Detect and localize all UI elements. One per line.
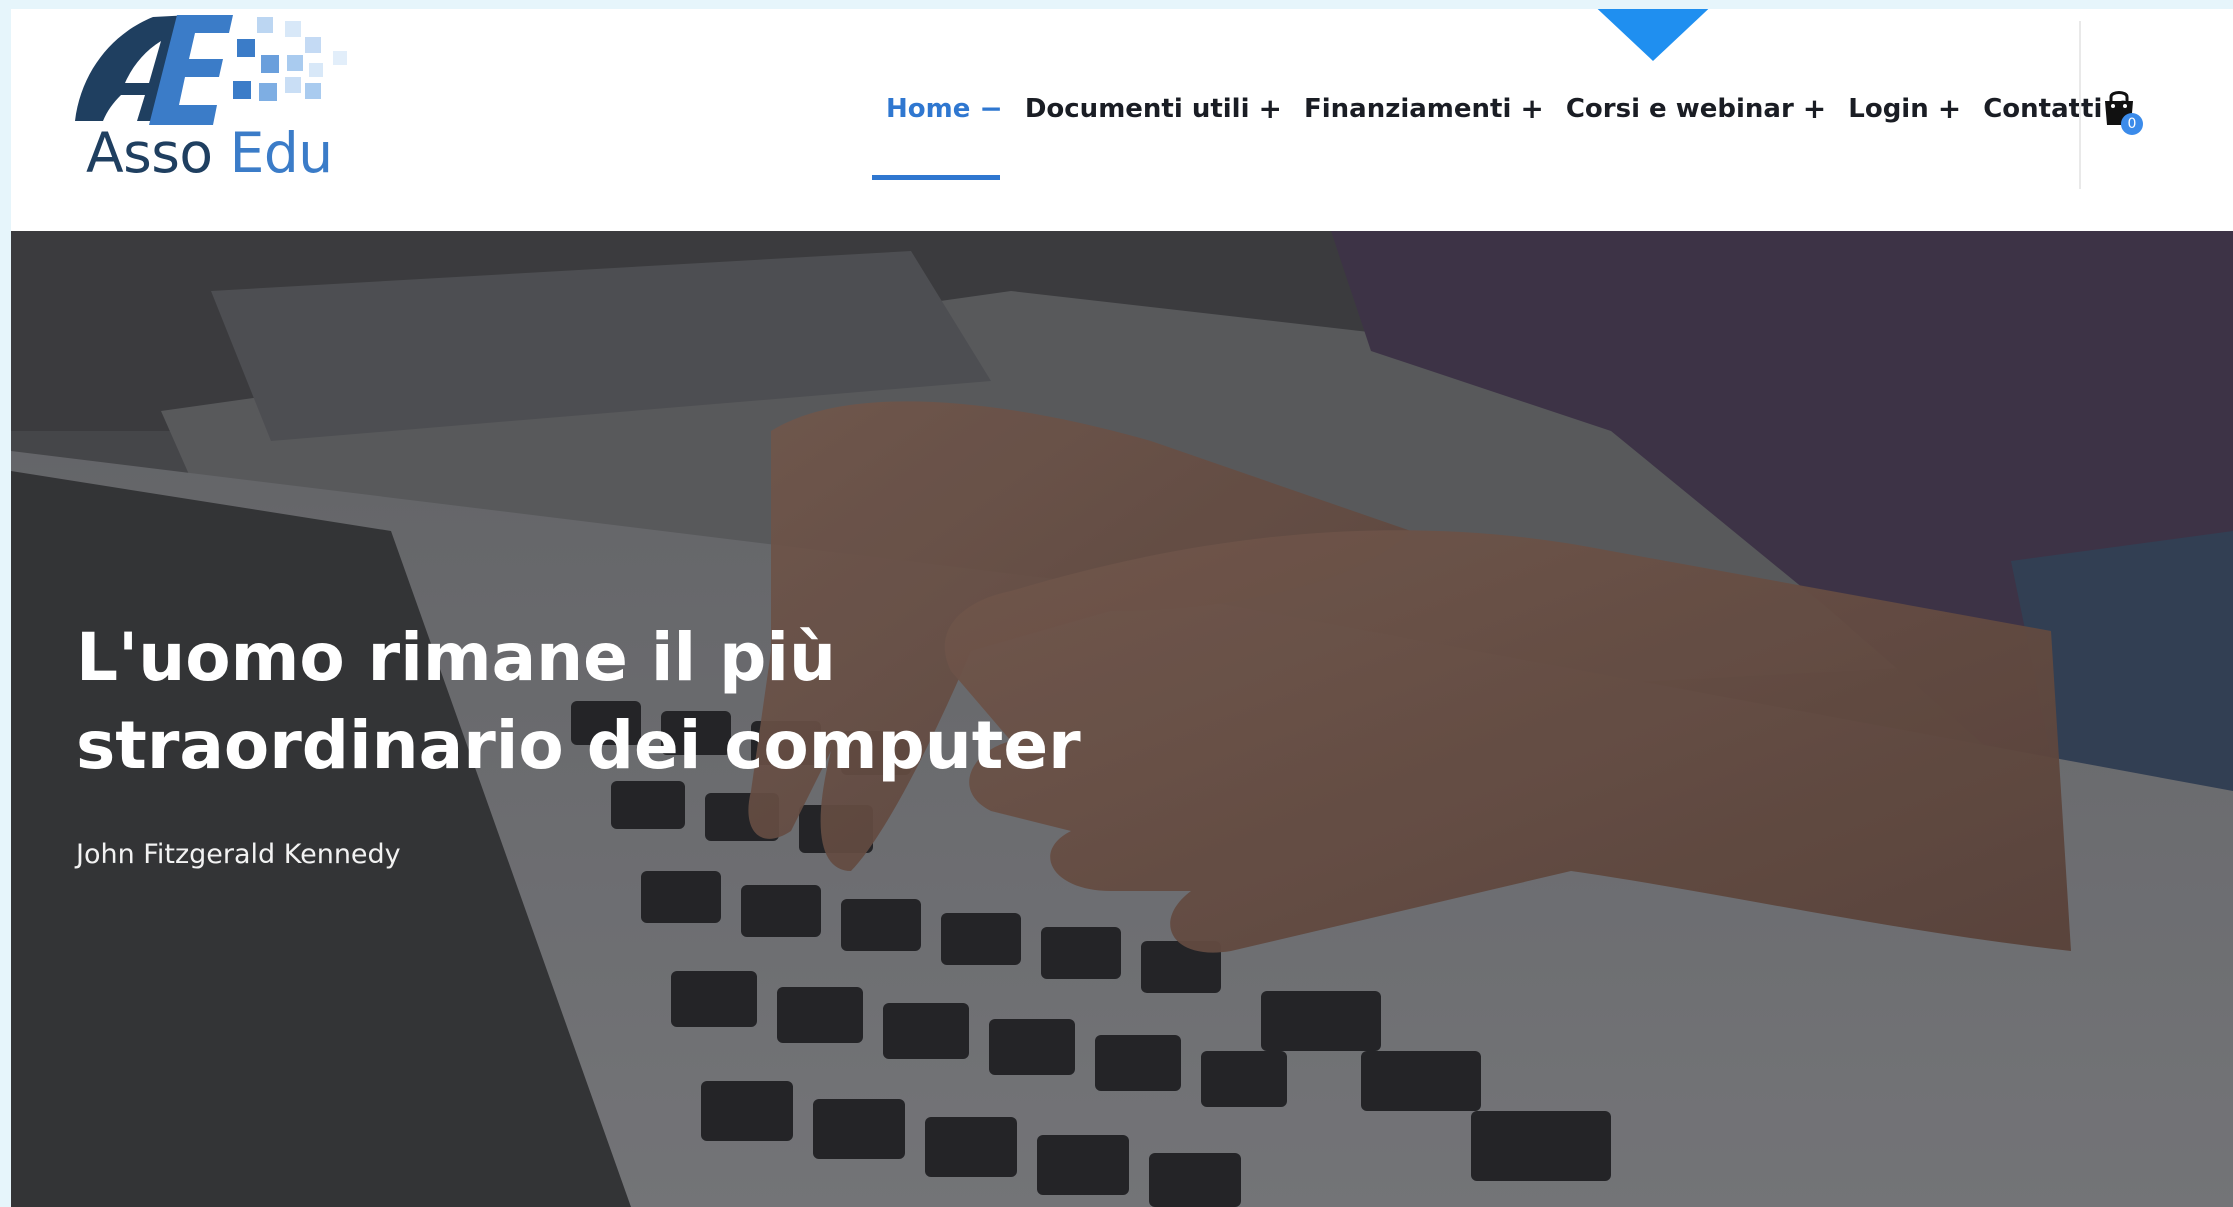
nav-label-login: Login — [1848, 94, 1929, 124]
nav-divider — [2079, 21, 2081, 189]
hero-author: John Fitzgerald Kennedy — [76, 839, 401, 870]
page-frame: Asso Edu Home − Documenti utili + Finanz… — [11, 9, 2233, 1207]
cart-button[interactable]: 0 — [2101, 87, 2143, 137]
nav-item-corsi-e-webinar[interactable]: Corsi e webinar + — [1566, 94, 1826, 124]
nav-label-corsi-e-webinar: Corsi e webinar — [1565, 94, 1794, 124]
nav-item-login[interactable]: Login + — [1848, 94, 1961, 124]
nav-item-home[interactable]: Home − — [886, 94, 1003, 124]
nav-label-contatti: Contatti — [1983, 94, 2103, 124]
plus-icon: + — [1802, 92, 1827, 125]
nav-label-finanziamenti: Finanziamenti — [1303, 94, 1512, 124]
nav-active-underline — [872, 175, 1000, 180]
plus-icon: + — [1520, 92, 1544, 125]
logo-wordmark: Asso Edu — [86, 123, 333, 183]
nav-item-documenti-utili[interactable]: Documenti utili + — [1025, 94, 1282, 124]
nav-label-home: Home — [886, 94, 971, 124]
hero-quote-line-2: straordinario dei computer — [76, 707, 1081, 784]
nav-item-finanziamenti[interactable]: Finanziamenti + — [1304, 94, 1544, 124]
hero-quote-line-1: L'uomo rimane il più — [76, 619, 836, 696]
logo-mark — [75, 15, 347, 125]
main-nav: Home − Documenti utili + Finanziamenti +… — [886, 89, 2135, 129]
plus-icon: + — [1937, 92, 1962, 125]
hero-quote: L'uomo rimane il più straordinario dei c… — [76, 614, 1176, 790]
logo-word-edu: Edu — [229, 121, 334, 185]
hero-banner: L'uomo rimane il più straordinario dei c… — [11, 231, 2233, 1207]
nav-label-documenti-utili: Documenti utili — [1024, 94, 1250, 124]
site-header: Asso Edu Home − Documenti utili + Finanz… — [11, 9, 2233, 231]
scroll-indicator-arrow — [1587, 9, 1719, 61]
minus-icon: − — [979, 92, 1003, 125]
cart-count-badge: 0 — [2121, 113, 2143, 135]
plus-icon: + — [1258, 92, 1282, 125]
logo-word-asso: Asso — [86, 121, 213, 185]
site-logo[interactable]: Asso Edu — [73, 11, 353, 186]
